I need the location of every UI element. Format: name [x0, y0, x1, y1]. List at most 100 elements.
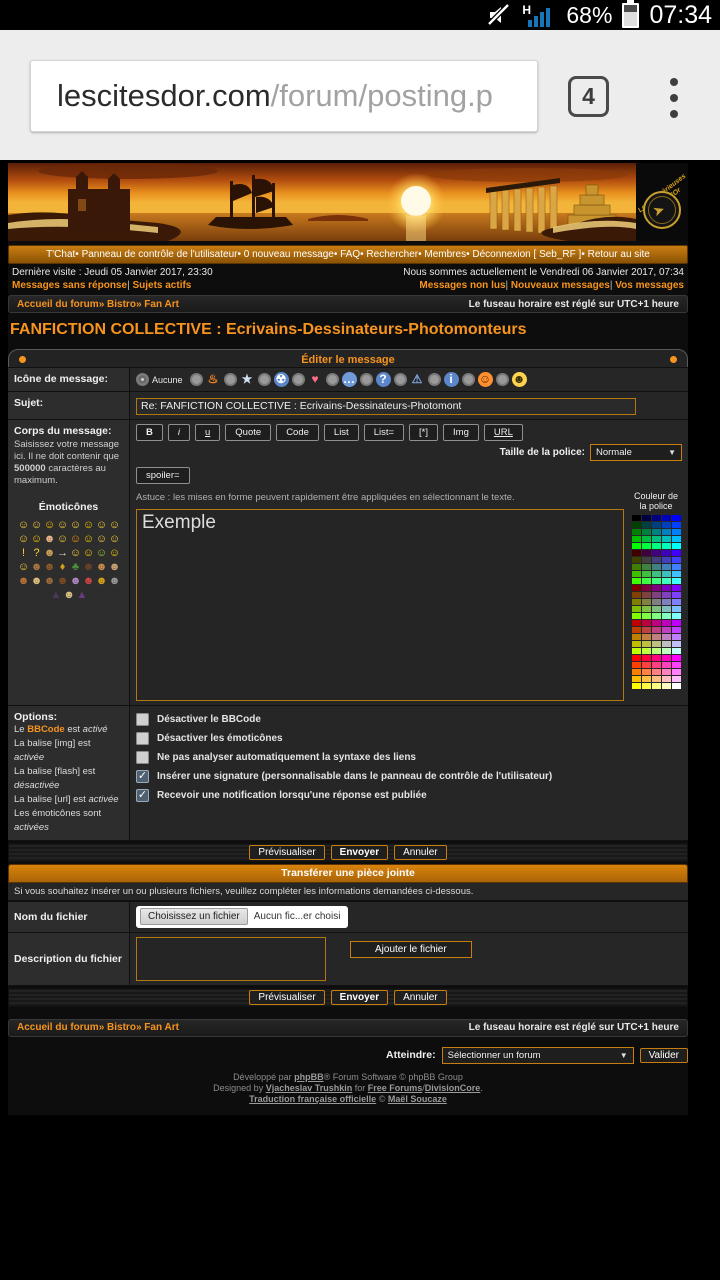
- forum-logo[interactable]: Les MystérieusesCités d'Or: [636, 163, 688, 241]
- palette-swatch[interactable]: [662, 648, 671, 654]
- emoticon[interactable]: !: [18, 547, 30, 560]
- navbar-link[interactable]: Rechercher: [360, 249, 418, 260]
- emoticon[interactable]: ☻: [96, 561, 108, 574]
- breadcrumb-item[interactable]: Bistro: [99, 299, 136, 310]
- emoticon[interactable]: ☺: [70, 547, 82, 560]
- palette-swatch[interactable]: [652, 515, 661, 521]
- palette-swatch[interactable]: [632, 543, 641, 549]
- palette-swatch[interactable]: [642, 599, 651, 605]
- palette-swatch[interactable]: [632, 536, 641, 542]
- emoticon[interactable]: ☻: [96, 575, 108, 588]
- navbar-link[interactable]: T'Chat: [46, 249, 75, 260]
- palette-swatch[interactable]: [642, 620, 651, 626]
- message-icon[interactable]: i: [444, 372, 459, 387]
- palette-swatch[interactable]: [672, 669, 681, 675]
- message-icon-radio[interactable]: [462, 373, 475, 386]
- bbcode-button[interactable]: Img: [443, 424, 479, 441]
- palette-swatch[interactable]: [662, 585, 671, 591]
- palette-swatch[interactable]: [662, 550, 671, 556]
- bbcode-button[interactable]: B: [136, 424, 163, 441]
- palette-swatch[interactable]: [662, 578, 671, 584]
- palette-swatch[interactable]: [642, 515, 651, 521]
- font-size-select[interactable]: Normale▼: [590, 444, 682, 461]
- emoticon[interactable]: ☻: [70, 575, 82, 588]
- spoiler-button[interactable]: spoiler=: [136, 467, 190, 484]
- palette-swatch[interactable]: [652, 599, 661, 605]
- emoticon[interactable]: ☺: [96, 519, 108, 532]
- bbcode-button[interactable]: [*]: [409, 424, 438, 441]
- checkbox[interactable]: ✓: [136, 789, 149, 802]
- palette-swatch[interactable]: [662, 613, 671, 619]
- palette-swatch[interactable]: [662, 634, 671, 640]
- emoticon[interactable]: ☺: [31, 533, 43, 546]
- emoticon[interactable]: ♣: [70, 561, 82, 574]
- emoticon[interactable]: ☻: [44, 533, 56, 546]
- footer-link[interactable]: Vjacheslav Trushkin: [266, 1083, 353, 1093]
- message-icon[interactable]: ☻: [512, 372, 527, 387]
- palette-swatch[interactable]: [662, 669, 671, 675]
- palette-swatch[interactable]: [652, 585, 661, 591]
- palette-swatch[interactable]: [652, 522, 661, 528]
- message-icon-radio[interactable]: [190, 373, 203, 386]
- bbcode-button[interactable]: Code: [276, 424, 319, 441]
- cancel-button[interactable]: Annuler: [394, 845, 446, 860]
- palette-swatch[interactable]: [672, 557, 681, 563]
- message-icon[interactable]: ☺: [478, 372, 493, 387]
- emoticon[interactable]: ☻: [44, 547, 56, 560]
- emoticon[interactable]: ☺: [70, 533, 82, 546]
- message-icon[interactable]: ♨: [206, 372, 221, 387]
- palette-swatch[interactable]: [632, 529, 641, 535]
- palette-swatch[interactable]: [662, 655, 671, 661]
- palette-swatch[interactable]: [642, 648, 651, 654]
- url-bar[interactable]: lescitesdor.com/forum/posting.p: [30, 60, 538, 132]
- forum-banner[interactable]: Les MystérieusesCités d'Or: [8, 163, 688, 241]
- palette-swatch[interactable]: [672, 536, 681, 542]
- bbcode-button[interactable]: URL: [484, 424, 523, 441]
- quick-link[interactable]: Messages sans réponse: [12, 280, 127, 291]
- palette-swatch[interactable]: [632, 627, 641, 633]
- palette-swatch[interactable]: [662, 543, 671, 549]
- palette-swatch[interactable]: [652, 627, 661, 633]
- palette-swatch[interactable]: [632, 620, 641, 626]
- send-button[interactable]: Envoyer: [331, 845, 388, 860]
- navbar-link[interactable]: Panneau de contrôle de l'utilisateur: [75, 249, 237, 260]
- palette-swatch[interactable]: [642, 550, 651, 556]
- bbcode-button[interactable]: List: [324, 424, 359, 441]
- palette-swatch[interactable]: [662, 599, 671, 605]
- emoticon[interactable]: ☺: [44, 519, 56, 532]
- breadcrumb-item[interactable]: Accueil du forum: [17, 299, 99, 310]
- palette-swatch[interactable]: [642, 536, 651, 542]
- emoticon[interactable]: ☻: [83, 561, 95, 574]
- palette-swatch[interactable]: [632, 676, 641, 682]
- palette-swatch[interactable]: [672, 627, 681, 633]
- emoticon[interactable]: ☺: [109, 547, 121, 560]
- breadcrumb-item[interactable]: Fan Art: [136, 1022, 179, 1033]
- preview-button[interactable]: Prévisualiser: [249, 845, 324, 860]
- emoticon[interactable]: ☺: [57, 519, 69, 532]
- palette-swatch[interactable]: [652, 529, 661, 535]
- palette-swatch[interactable]: [632, 557, 641, 563]
- emoticon[interactable]: ☻: [31, 575, 43, 588]
- palette-swatch[interactable]: [672, 592, 681, 598]
- emoticon[interactable]: ☺: [96, 533, 108, 546]
- emoticon[interactable]: ☻: [44, 561, 56, 574]
- palette-swatch[interactable]: [652, 669, 661, 675]
- palette-swatch[interactable]: [632, 571, 641, 577]
- palette-swatch[interactable]: [672, 676, 681, 682]
- palette-swatch[interactable]: [672, 655, 681, 661]
- palette-swatch[interactable]: [652, 613, 661, 619]
- emoticon[interactable]: ☻: [83, 575, 95, 588]
- subject-input[interactable]: [136, 398, 636, 415]
- palette-swatch[interactable]: [662, 564, 671, 570]
- palette-swatch[interactable]: [642, 557, 651, 563]
- cancel-button[interactable]: Annuler: [394, 990, 446, 1005]
- palette-swatch[interactable]: [642, 578, 651, 584]
- emoticon[interactable]: ?: [31, 547, 43, 560]
- palette-swatch[interactable]: [672, 620, 681, 626]
- emoticon[interactable]: ☺: [31, 519, 43, 532]
- palette-swatch[interactable]: [632, 648, 641, 654]
- palette-swatch[interactable]: [652, 676, 661, 682]
- message-icon[interactable]: ★: [240, 372, 255, 387]
- palette-swatch[interactable]: [642, 676, 651, 682]
- browser-menu-button[interactable]: [664, 78, 684, 118]
